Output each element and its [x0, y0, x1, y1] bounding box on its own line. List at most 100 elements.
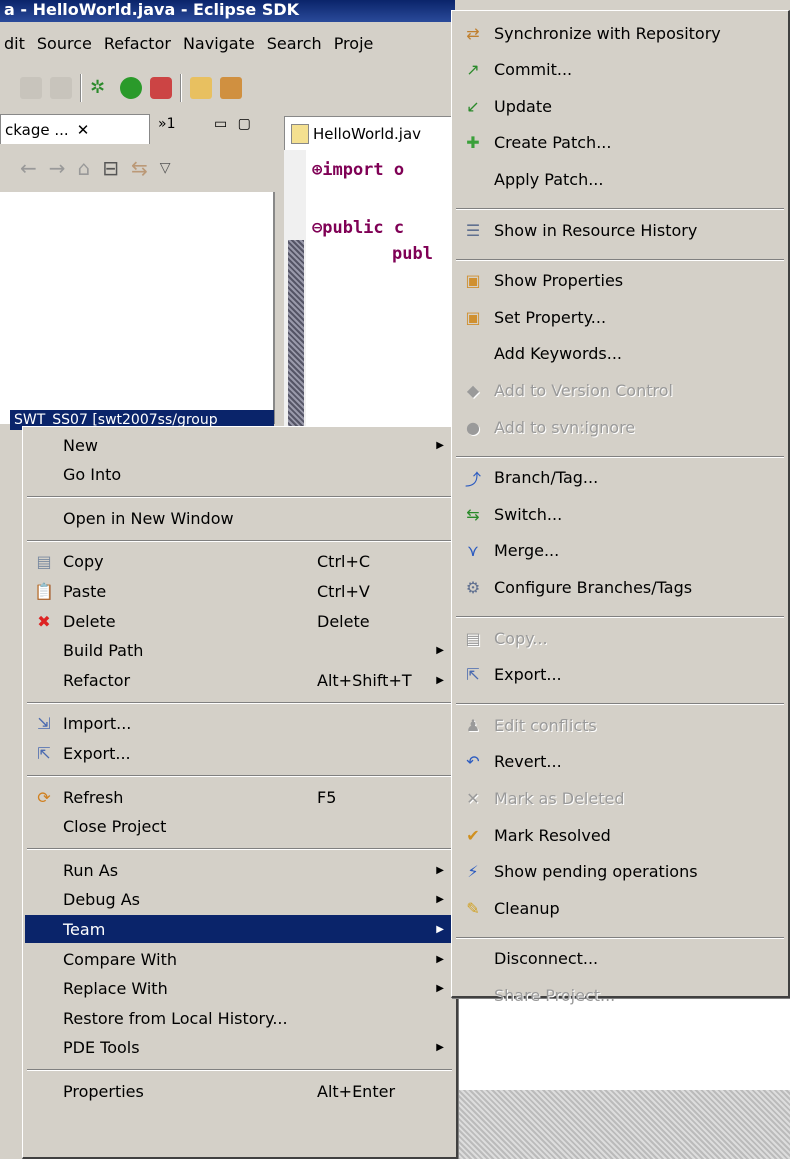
context-item-restore-from-local-history[interactable]: Restore from Local History... — [25, 1004, 454, 1032]
menu-item-label: Team — [63, 919, 106, 939]
run-icon[interactable] — [120, 77, 142, 99]
print-icon[interactable] — [50, 77, 72, 99]
refresh-icon: ⟳ — [37, 787, 51, 807]
team-item-cleanup[interactable]: ✎ Cleanup — [454, 894, 786, 922]
context-item-run-as[interactable]: Run As ▶ — [25, 856, 454, 884]
context-item-compare-with[interactable]: Compare With ▶ — [25, 945, 454, 973]
back-icon[interactable]: ← — [20, 156, 37, 180]
svn-ignore-icon: ● — [466, 417, 480, 437]
code-editor[interactable] — [284, 150, 454, 430]
shortcut-label: Ctrl+C — [317, 552, 371, 572]
close-icon[interactable]: ✕ — [77, 121, 90, 139]
package-explorer-tab[interactable]: ckage ... ✕ — [0, 114, 150, 144]
menubar-item-navigate[interactable]: Navigate — [183, 34, 255, 53]
menu-item-label: Show pending operations — [494, 862, 698, 882]
paste-icon: 📋 — [34, 581, 54, 601]
team-item-branch-tag[interactable]: ⤴ Branch/Tag... — [454, 464, 786, 492]
context-item-close-project[interactable]: Close Project — [25, 813, 454, 841]
team-item-show-pending-operations[interactable]: ⚡ Show pending operations — [454, 858, 786, 886]
shortcut-label: Ctrl+V — [317, 581, 370, 601]
context-item-pde-tools[interactable]: PDE Tools ▶ — [25, 1034, 454, 1062]
menu-item-label: Create Patch... — [494, 133, 612, 153]
context-item-team[interactable]: Team ▶ — [25, 915, 454, 944]
team-item-revert[interactable]: ↶ Revert... — [454, 748, 786, 776]
menu-separator — [27, 848, 452, 851]
context-item-export[interactable]: ⇱ Export... — [25, 739, 454, 767]
configure-branches-icon: ⚙ — [465, 577, 481, 597]
team-item-set-property[interactable]: ▣ Set Property... — [454, 303, 786, 331]
menu-item-label: Revert... — [494, 752, 562, 772]
menu-separator — [27, 1069, 452, 1072]
maximize-icon[interactable]: ▢ — [238, 116, 251, 132]
menu-separator — [456, 208, 784, 210]
context-item-debug-as[interactable]: Debug As ▶ — [25, 886, 454, 914]
team-item-show-properties[interactable]: ▣ Show Properties — [454, 267, 786, 295]
team-item-export[interactable]: ⇱ Export... — [454, 661, 786, 689]
collapse-all-icon[interactable]: ⊟ — [102, 156, 119, 180]
menubar-item-proje[interactable]: Proje — [334, 34, 374, 53]
context-item-refactor[interactable]: Refactor Alt+Shift+T ▶ — [25, 666, 454, 694]
submenu-arrow-icon: ▶ — [436, 864, 444, 876]
view-menu-icon[interactable]: ▽ — [160, 160, 171, 176]
context-item-build-path[interactable]: Build Path ▶ — [25, 637, 454, 665]
context-item-properties[interactable]: Properties Alt+Enter — [25, 1077, 454, 1105]
up-icon[interactable]: ⌂ — [78, 156, 91, 180]
team-item-disconnect[interactable]: Disconnect... — [454, 945, 786, 973]
menu-item-label: Show in Resource History — [494, 220, 698, 240]
menubar-item-source[interactable]: Source — [37, 34, 92, 53]
menu-item-label: Paste — [63, 581, 107, 601]
mark-resolved-icon: ✔ — [466, 825, 480, 845]
menubar-item-refactor[interactable]: Refactor — [104, 34, 171, 53]
mark-deleted-icon: ✕ — [466, 788, 480, 808]
new-project-icon[interactable] — [190, 77, 212, 99]
context-item-paste[interactable]: 📋 Paste Ctrl+V — [25, 577, 454, 605]
context-item-replace-with[interactable]: Replace With ▶ — [25, 975, 454, 1003]
team-item-synchronize-with-repository[interactable]: ⇄ Synchronize with Repository — [454, 19, 786, 47]
editor-tab[interactable]: HelloWorld.jav — [284, 116, 454, 150]
debug-icon[interactable]: ✲ — [90, 77, 112, 99]
context-item-refresh[interactable]: ⟳ Refresh F5 — [25, 783, 454, 811]
context-item-open-in-new-window[interactable]: Open in New Window — [25, 504, 454, 532]
export-icon: ⇱ — [37, 743, 51, 763]
external-tools-icon[interactable] — [150, 77, 172, 99]
submenu-arrow-icon: ▶ — [436, 894, 444, 906]
forward-icon[interactable]: → — [49, 156, 66, 180]
new-package-icon[interactable] — [220, 77, 242, 99]
menu-separator — [27, 539, 452, 542]
menubar-item-search[interactable]: Search — [267, 34, 322, 53]
team-item-create-patch[interactable]: ✚ Create Patch... — [454, 129, 786, 157]
team-item-show-in-resource-history[interactable]: ☰ Show in Resource History — [454, 216, 786, 244]
view-controls: »1 ▭ ▢ — [158, 116, 251, 132]
menu-item-label: Cleanup — [494, 898, 560, 918]
link-editor-icon[interactable]: ⇆ — [131, 156, 148, 180]
context-item-delete[interactable]: ✖ Delete Delete — [25, 607, 454, 635]
menu-item-label: Replace With — [63, 979, 168, 999]
team-item-switch[interactable]: ⇆ Switch... — [454, 500, 786, 528]
editor-tab-label: HelloWorld.jav — [313, 124, 422, 143]
team-item-update[interactable]: ↙ Update — [454, 92, 786, 120]
team-item-add-keywords[interactable]: Add Keywords... — [454, 340, 786, 368]
team-item-configure-branches-tags[interactable]: ⚙ Configure Branches/Tags — [454, 573, 786, 601]
menu-item-label: Refresh — [63, 787, 124, 807]
menu-item-label: Commit... — [494, 60, 573, 80]
commit-icon: ↗ — [466, 60, 480, 80]
menu-item-label: Update — [494, 96, 552, 116]
team-item-commit[interactable]: ↗ Commit... — [454, 56, 786, 84]
context-item-go-into[interactable]: Go Into — [25, 461, 454, 489]
code-line: publ — [392, 244, 433, 264]
menubar-item-dit[interactable]: dit — [4, 34, 25, 53]
minimize-icon[interactable]: ▭ — [214, 116, 227, 132]
context-item-import[interactable]: ⇲ Import... — [25, 710, 454, 738]
save-icon[interactable] — [20, 77, 42, 99]
team-item-mark-resolved[interactable]: ✔ Mark Resolved — [454, 821, 786, 849]
context-item-new[interactable]: New ▶ — [25, 431, 454, 459]
team-item-share-project: Share Project... — [454, 981, 786, 1009]
overflow-tabs-indicator[interactable]: »1 — [158, 116, 175, 132]
team-item-apply-patch[interactable]: Apply Patch... — [454, 165, 786, 193]
menu-separator — [456, 455, 784, 458]
team-item-merge[interactable]: ⋎ Merge... — [454, 537, 786, 565]
context-item-copy[interactable]: ▤ Copy Ctrl+C — [25, 548, 454, 576]
revert-icon: ↶ — [466, 752, 480, 772]
team-submenu: ⇄ Synchronize with Repository ↗ Commit... ↙ U… — [451, 10, 790, 1005]
menubar: dit Source Refactor Navigate Search Proje — [0, 26, 455, 60]
